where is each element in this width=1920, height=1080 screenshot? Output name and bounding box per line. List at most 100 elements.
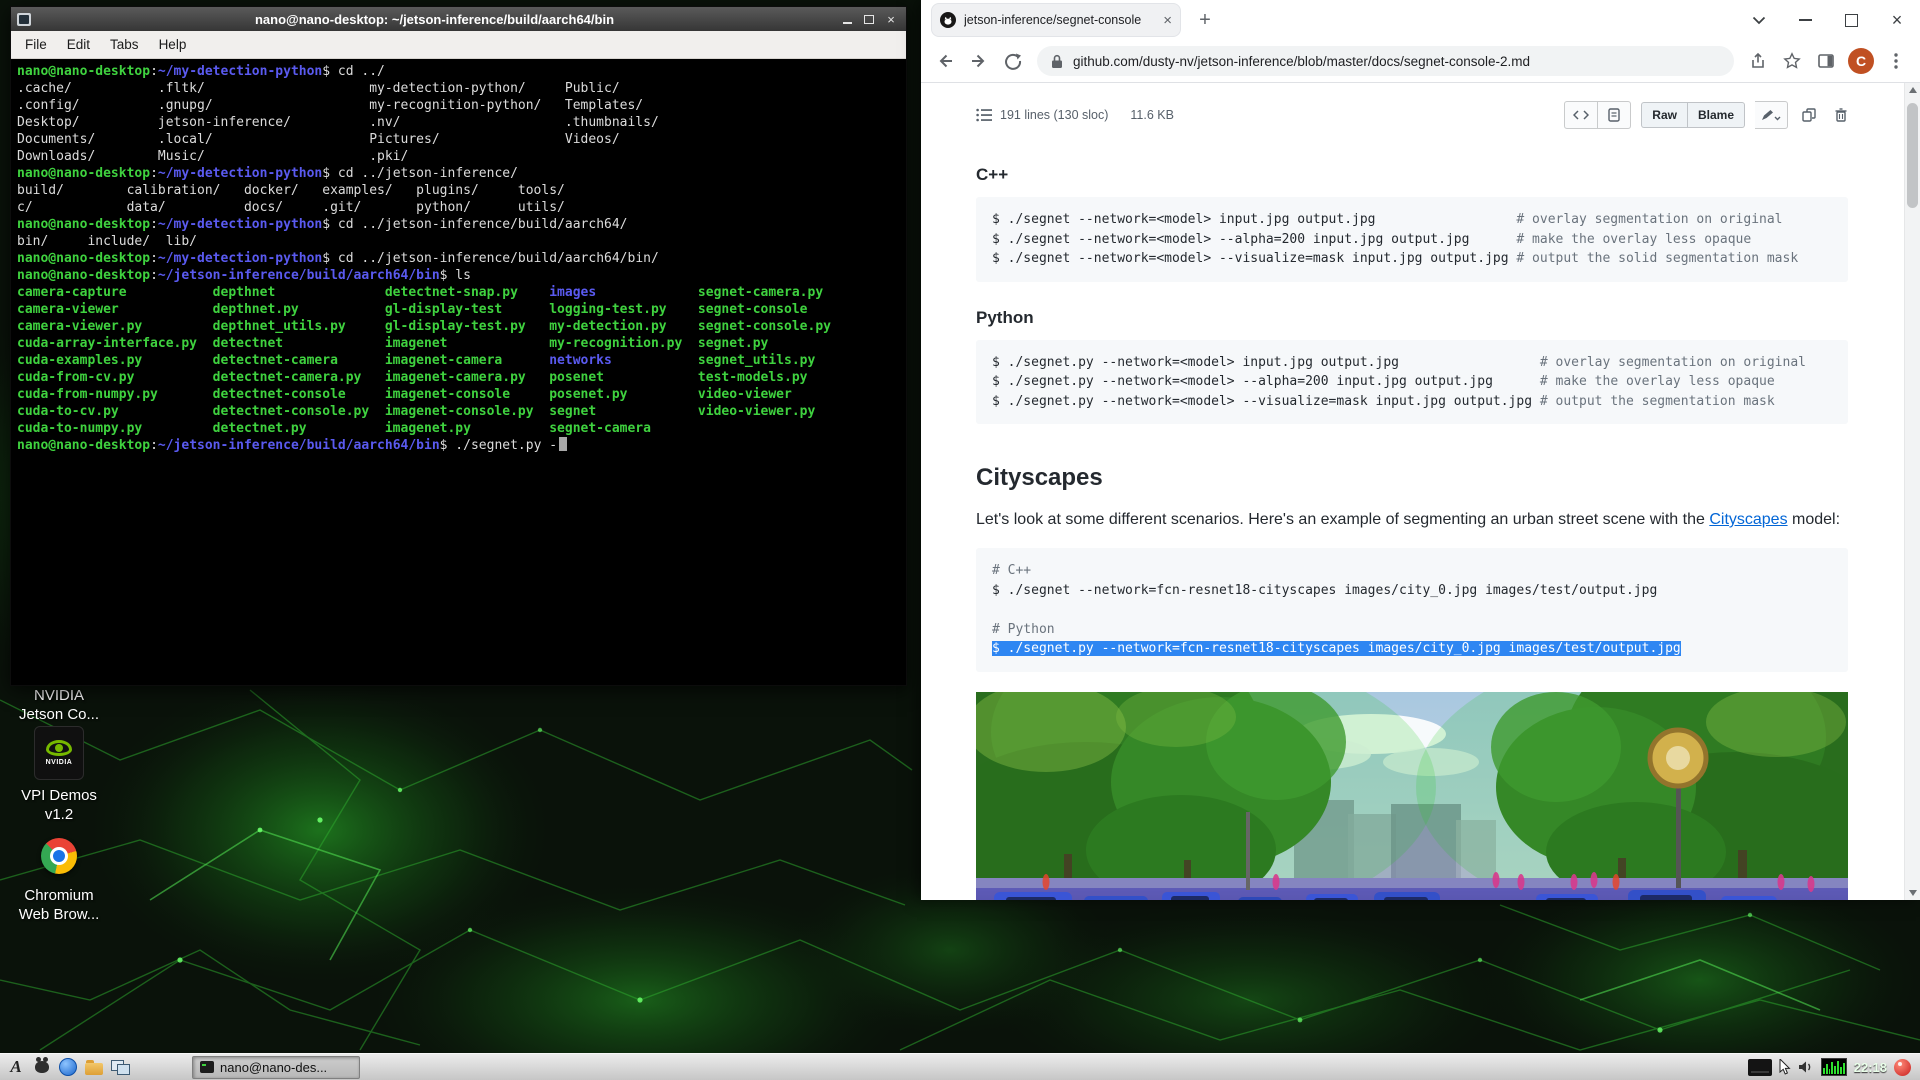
browser-close-button[interactable]: × bbox=[1874, 0, 1920, 40]
lock-icon bbox=[1051, 54, 1063, 69]
launcher-web-browser[interactable] bbox=[56, 1056, 80, 1079]
text-segment: cuda-to-cv.py detectnet-console.py image… bbox=[17, 404, 815, 419]
terminal-cursor bbox=[559, 437, 567, 451]
browser-maximize-button[interactable] bbox=[1828, 0, 1874, 40]
file-meta-bar: 191 lines (130 sloc) 11.6 KB Raw bbox=[976, 95, 1852, 139]
forward-button[interactable] bbox=[963, 45, 995, 77]
terminal-maximize-button[interactable] bbox=[860, 11, 878, 27]
desktop: NVIDIA Jetson Co... NVIDIA VPI Demos v1.… bbox=[0, 0, 1920, 1080]
scrollbar-thumb[interactable] bbox=[1907, 103, 1918, 208]
keyboard-indicator-icon[interactable] bbox=[1748, 1059, 1772, 1076]
launcher-file-manager[interactable] bbox=[82, 1056, 106, 1079]
url-text: github.com/dusty-nv/jetson-inference/blo… bbox=[1073, 54, 1530, 69]
tab-close-icon[interactable]: × bbox=[1163, 13, 1172, 28]
chevron-down-icon bbox=[1752, 16, 1766, 25]
source-view-button[interactable] bbox=[1564, 101, 1598, 129]
launcher-paw[interactable] bbox=[30, 1056, 54, 1079]
code-line: $ ./segnet.py --network=fcn-resnet18-cit… bbox=[992, 639, 1832, 659]
desktop-icon-label: v1.2 bbox=[4, 805, 114, 824]
desktop-icon-label: Chromium bbox=[4, 886, 114, 905]
cpp-code-block[interactable]: $ ./segnet --network=<model> input.jpg o… bbox=[976, 197, 1848, 282]
volume-icon[interactable] bbox=[1798, 1060, 1814, 1074]
share-button[interactable] bbox=[1742, 45, 1774, 77]
code-line: $ ./segnet --network=<model> --visualize… bbox=[992, 249, 1832, 269]
edit-file-button[interactable] bbox=[1755, 101, 1788, 129]
minimize-icon bbox=[843, 22, 852, 24]
raw-button[interactable]: Raw bbox=[1641, 102, 1688, 129]
terminal-minimize-button[interactable] bbox=[838, 11, 856, 27]
text-segment: $ ./segnet.py --network=<model> --visual… bbox=[992, 394, 1540, 409]
back-button[interactable] bbox=[929, 45, 961, 77]
pencil-icon bbox=[1761, 109, 1781, 121]
text-segment: segnet_utils.py bbox=[612, 353, 816, 368]
app-menu-button[interactable]: A bbox=[4, 1056, 28, 1079]
browser-tab[interactable]: jetson-inference/segnet-console × bbox=[931, 3, 1181, 37]
terminal-line: .config/ .gnupg/ my-recognition-python/ … bbox=[17, 97, 900, 114]
text-segment: nano@nano-desktop bbox=[17, 166, 150, 181]
text-segment: build/ calibration/ docker/ examples/ pl… bbox=[17, 183, 565, 198]
terminal-titlebar[interactable]: nano@nano-desktop: ~/jetson-inference/bu… bbox=[11, 7, 906, 31]
cpu-monitor[interactable] bbox=[1821, 1058, 1847, 1076]
paragraph-text: Let's look at some different scenarios. … bbox=[976, 511, 1709, 528]
desktop-icon-vpi-demos[interactable]: NVIDIA VPI Demos v1.2 bbox=[4, 726, 114, 824]
reload-button[interactable] bbox=[997, 45, 1029, 77]
taskbar-clock[interactable]: 22:18 bbox=[1854, 1060, 1887, 1075]
bookmark-button[interactable] bbox=[1776, 45, 1808, 77]
terminal-line: nano@nano-desktop:~/jetson-inference/bui… bbox=[17, 437, 900, 454]
copy-icon bbox=[1802, 108, 1816, 122]
menu-edit[interactable]: Edit bbox=[57, 37, 100, 52]
taskbar-window-button[interactable]: nano@nano-des... bbox=[192, 1056, 360, 1079]
menu-help[interactable]: Help bbox=[149, 37, 197, 52]
cityscapes-code-block[interactable]: # C++$ ./segnet --network=fcn-resnet18-c… bbox=[976, 548, 1848, 672]
text-segment: $ ./segnet --network=<model> --alpha=200… bbox=[992, 232, 1516, 247]
terminal-line: nano@nano-desktop:~/jetson-inference/bui… bbox=[17, 267, 900, 284]
text-segment: $ ./segnet --network=<model> input.jpg o… bbox=[992, 212, 1516, 227]
tab-search-chevron-button[interactable] bbox=[1736, 0, 1782, 40]
menu-file[interactable]: File bbox=[15, 37, 57, 52]
browser-minimize-button[interactable] bbox=[1782, 0, 1828, 40]
browser-toolbar: github.com/dusty-nv/jetson-inference/blo… bbox=[921, 40, 1920, 83]
text-segment: nano@nano-desktop bbox=[17, 251, 150, 266]
new-tab-button[interactable]: + bbox=[1191, 6, 1219, 34]
text-segment: .config/ .gnupg/ my-recognition-python/ … bbox=[17, 98, 643, 113]
rendered-view-button[interactable] bbox=[1598, 101, 1631, 129]
address-bar[interactable]: github.com/dusty-nv/jetson-inference/blo… bbox=[1037, 46, 1734, 76]
text-segment: cuda-from-cv.py detectnet-camera.py imag… bbox=[17, 370, 808, 385]
text-segment: $ cd ../jetson-inference/ bbox=[322, 166, 518, 181]
scroll-up-arrow[interactable] bbox=[1905, 83, 1920, 97]
desktop-icon-chromium[interactable]: Chromium Web Brow... bbox=[4, 838, 114, 924]
text-segment: ~/my-detection-python bbox=[158, 251, 322, 266]
profile-avatar[interactable]: C bbox=[1848, 48, 1874, 74]
globe-icon bbox=[59, 1058, 77, 1076]
scroll-down-arrow[interactable] bbox=[1905, 886, 1920, 900]
terminal-close-button[interactable]: × bbox=[882, 11, 900, 27]
terminal-line: cuda-from-cv.py detectnet-camera.py imag… bbox=[17, 369, 900, 386]
delete-file-button[interactable] bbox=[1830, 104, 1852, 126]
page-scrollbar[interactable] bbox=[1904, 83, 1920, 900]
launcher-displays[interactable] bbox=[108, 1056, 132, 1079]
github-favicon bbox=[940, 12, 956, 28]
desktop-icon-jetson[interactable]: NVIDIA Jetson Co... bbox=[4, 686, 114, 724]
terminal-output[interactable]: nano@nano-desktop:~/my-detection-python$… bbox=[12, 59, 905, 684]
mouse-pointer-icon[interactable] bbox=[1779, 1059, 1791, 1075]
python-code-block[interactable]: $ ./segnet.py --network=<model> input.jp… bbox=[976, 340, 1848, 425]
cityscapes-link[interactable]: Cityscapes bbox=[1709, 511, 1787, 528]
file-size: 11.6 KB bbox=[1130, 108, 1174, 122]
side-panel-button[interactable] bbox=[1810, 45, 1842, 77]
text-segment: ~/my-detection-python bbox=[158, 217, 322, 232]
copy-button[interactable] bbox=[1798, 104, 1820, 126]
tray-status-icon[interactable] bbox=[1894, 1059, 1911, 1076]
share-icon bbox=[1749, 52, 1767, 70]
terminal-line: cuda-to-numpy.py detectnet.py imagenet.p… bbox=[17, 420, 900, 437]
paragraph-text: model: bbox=[1788, 511, 1840, 528]
browser-menu-button[interactable] bbox=[1880, 45, 1912, 77]
text-segment: cuda-from-numpy.py detectnet-console ima… bbox=[17, 387, 792, 402]
code-line: $ ./segnet --network=<model> --alpha=200… bbox=[992, 230, 1832, 250]
menu-tabs[interactable]: Tabs bbox=[100, 37, 149, 52]
text-segment: : bbox=[150, 251, 158, 266]
text-segment: Desktop/ jetson-inference/ .nv/ .thumbna… bbox=[17, 115, 659, 130]
text-segment: nano@nano-desktop bbox=[17, 217, 150, 232]
code-icon bbox=[1573, 110, 1589, 120]
desktop-icon-label: Web Brow... bbox=[4, 905, 114, 924]
blame-button[interactable]: Blame bbox=[1688, 102, 1745, 129]
